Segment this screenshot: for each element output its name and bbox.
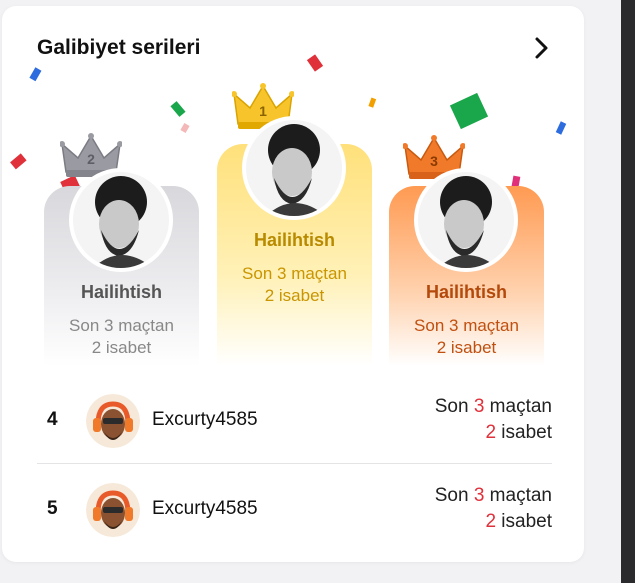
score-hits: 2 <box>485 422 497 443</box>
list-item[interactable]: 5 Excurty4585 Son 3 maçtan 2 isabet <box>37 478 552 542</box>
svg-text:1: 1 <box>259 103 267 119</box>
chevron-right-icon[interactable] <box>530 34 554 62</box>
score-hits-label: isabet <box>496 511 552 532</box>
score-line: 2 isabet <box>91 338 152 357</box>
score-line: Son 3 maçtan <box>414 316 519 335</box>
podium-name: Hailihtish <box>253 230 335 250</box>
podium-score: Son 3 maçtan 2 isabet <box>389 315 544 359</box>
score-line: 2 isabet <box>436 338 497 357</box>
score-prefix: Son <box>434 396 474 417</box>
list-item[interactable]: 4 Excurty4585 Son 3 maçtan 2 isabet <box>37 389 552 453</box>
streak-score: Son 3 maçtan 2 isabet <box>435 394 552 446</box>
score-suffix: maçtan <box>484 396 552 417</box>
score-hits: 2 <box>485 511 497 532</box>
score-matches: 3 <box>473 396 485 417</box>
window-edge <box>621 0 635 583</box>
podium-name: Hailihtish <box>425 282 507 302</box>
score-hits-label: isabet <box>496 422 552 443</box>
avatar[interactable] <box>242 116 346 220</box>
player-name: Excurty4585 <box>152 498 258 519</box>
podium-name: Hailihtish <box>80 282 162 302</box>
score-suffix: maçtan <box>484 485 552 506</box>
avatar[interactable] <box>414 168 518 272</box>
streak-score: Son 3 maçtan 2 isabet <box>435 483 552 535</box>
avatar <box>86 394 140 448</box>
podium-score: Son 3 maçtan 2 isabet <box>44 315 199 359</box>
svg-text:3: 3 <box>430 153 438 169</box>
streaks-card: Galibiyet serileri 2 Hailihtish Son 3 ma… <box>2 6 584 562</box>
svg-text:2: 2 <box>87 151 95 167</box>
score-matches: 3 <box>473 485 485 506</box>
avatar[interactable] <box>69 168 173 272</box>
card-title: Galibiyet serileri <box>37 36 201 59</box>
score-line: Son 3 maçtan <box>69 316 174 335</box>
avatar <box>86 483 140 537</box>
score-prefix: Son <box>434 485 474 506</box>
score-line: 2 isabet <box>264 286 325 305</box>
score-line: Son 3 maçtan <box>242 264 347 283</box>
rank-number: 4 <box>47 409 58 430</box>
podium-score: Son 3 maçtan 2 isabet <box>217 263 372 307</box>
rank-number: 5 <box>47 498 58 519</box>
divider <box>37 463 552 464</box>
player-name: Excurty4585 <box>152 409 258 430</box>
